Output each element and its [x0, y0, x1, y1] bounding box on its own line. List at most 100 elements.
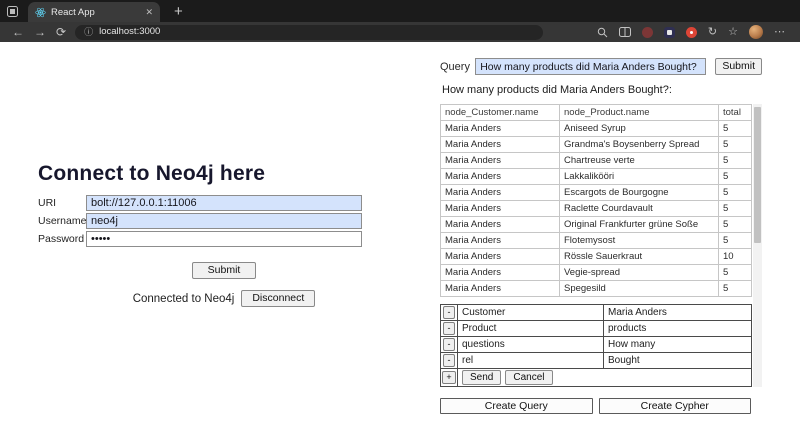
sync-icon[interactable]: ↻	[708, 27, 717, 38]
results-header-row: node_Customer.namenode_Product.nametotal	[441, 105, 752, 121]
create-query-button[interactable]: Create Query	[440, 398, 593, 414]
extension-icon-3[interactable]	[686, 27, 697, 38]
results-cell: 5	[719, 233, 752, 249]
username-input[interactable]	[86, 213, 362, 229]
remove-param-button[interactable]: -	[443, 338, 455, 351]
result-title: How many products did Maria Anders Bough…	[442, 84, 762, 96]
results-cell: Grandma's Boysenberry Spread	[560, 137, 719, 153]
extension-icon-1[interactable]	[642, 27, 653, 38]
send-button[interactable]: Send	[462, 370, 501, 385]
profile-avatar[interactable]	[749, 25, 763, 39]
param-value-cell: Maria Anders	[604, 305, 752, 321]
more-menu-icon[interactable]: ⋯	[774, 27, 785, 38]
connect-panel: Connect to Neo4j here URI Username Passw…	[38, 162, 362, 307]
browser-logo-icon[interactable]	[0, 0, 24, 22]
results-column-header: total	[719, 105, 752, 121]
favorites-star-icon[interactable]: ☆	[728, 27, 738, 38]
results-cell: 5	[719, 153, 752, 169]
results-cell: Maria Anders	[441, 233, 560, 249]
results-row: Maria AndersLakkalikööri5	[441, 169, 752, 185]
forward-button[interactable]: →	[29, 26, 51, 38]
results-cell: Maria Anders	[441, 201, 560, 217]
results-cell: Spegesild	[560, 281, 719, 297]
extension-icon-2[interactable]	[664, 27, 675, 38]
results-cell: 10	[719, 249, 752, 265]
param-value-cell: How many	[604, 337, 752, 353]
query-input[interactable]	[475, 58, 706, 75]
password-label: Password	[38, 233, 86, 245]
results-cell: Vegie-spread	[560, 265, 719, 281]
uri-input[interactable]	[86, 195, 362, 211]
split-screen-icon[interactable]	[619, 27, 631, 37]
results-cell: Maria Anders	[441, 185, 560, 201]
param-remove-cell: -	[441, 321, 458, 337]
param-value-cell: products	[604, 321, 752, 337]
results-row: Maria AndersRössle Sauerkraut10	[441, 249, 752, 265]
connection-status-row: Connected to Neo4j Disconnect	[38, 290, 362, 307]
results-cell: Maria Anders	[441, 169, 560, 185]
results-cell: 5	[719, 217, 752, 233]
param-key-cell: Product	[458, 321, 604, 337]
username-label: Username	[38, 215, 86, 227]
results-row: Maria AndersAniseed Syrup5	[441, 121, 752, 137]
results-cell: Escargots de Bourgogne	[560, 185, 719, 201]
new-tab-button[interactable]: +	[170, 2, 187, 22]
results-cell: Flotemysost	[560, 233, 719, 249]
results-cell: Maria Anders	[441, 137, 560, 153]
param-remove-cell: -	[441, 305, 458, 321]
results-cell: Maria Anders	[441, 153, 560, 169]
query-params-table: -CustomerMaria Anders-Productproducts-qu…	[440, 304, 752, 387]
param-add-cell: +	[441, 369, 458, 387]
create-cypher-button[interactable]: Create Cypher	[599, 398, 752, 414]
results-cell: Maria Anders	[441, 217, 560, 233]
param-key-cell: questions	[458, 337, 604, 353]
results-row: Maria AndersChartreuse verte5	[441, 153, 752, 169]
results-row: Maria AndersRaclette Courdavault5	[441, 201, 752, 217]
param-key-cell: Customer	[458, 305, 604, 321]
results-table: node_Customer.namenode_Product.nametotal…	[440, 104, 752, 297]
connection-status-text: Connected to Neo4j	[133, 293, 235, 305]
site-info-icon[interactable]: ⓘ	[84, 28, 93, 37]
search-icon[interactable]	[597, 27, 608, 38]
remove-param-button[interactable]: -	[443, 354, 455, 367]
password-input[interactable]	[86, 231, 362, 247]
results-cell: Aniseed Syrup	[560, 121, 719, 137]
browser-navbar: ← → ⟳ ⓘ localhost:3000 ↻ ☆ ⋯	[0, 22, 800, 42]
browser-titlebar: React App ✕ +	[0, 0, 800, 22]
password-row: Password	[38, 231, 362, 247]
results-cell: Maria Anders	[441, 265, 560, 281]
remove-param-button[interactable]: -	[443, 306, 455, 319]
results-row: Maria AndersVegie-spread5	[441, 265, 752, 281]
param-remove-cell: -	[441, 353, 458, 369]
results-cell: Maria Anders	[441, 249, 560, 265]
disconnect-button[interactable]: Disconnect	[241, 290, 315, 307]
results-cell: 5	[719, 137, 752, 153]
param-key-cell: rel	[458, 353, 604, 369]
add-param-button[interactable]: +	[442, 371, 455, 384]
results-cell: 5	[719, 201, 752, 217]
tab-title: React App	[51, 7, 140, 18]
username-row: Username	[38, 213, 362, 229]
results-scrollbar[interactable]	[753, 104, 762, 387]
remove-param-button[interactable]: -	[443, 322, 455, 335]
address-bar[interactable]: ⓘ localhost:3000	[75, 25, 543, 40]
param-row: -CustomerMaria Anders	[441, 305, 752, 321]
uri-row: URI	[38, 195, 362, 211]
browser-tab-react-app[interactable]: React App ✕	[28, 2, 160, 22]
param-row: -relBought	[441, 353, 752, 369]
reload-button[interactable]: ⟳	[51, 26, 71, 38]
connect-submit-button[interactable]: Submit	[192, 262, 256, 279]
scrollbar-thumb[interactable]	[754, 107, 761, 243]
results-cell: Rössle Sauerkraut	[560, 249, 719, 265]
back-button[interactable]: ←	[7, 26, 29, 38]
address-url: localhost:3000	[99, 27, 160, 37]
cancel-button[interactable]: Cancel	[505, 370, 552, 385]
results-row: Maria AndersFlotemysost5	[441, 233, 752, 249]
results-cell: Original Frankfurter grüne Soße	[560, 217, 719, 233]
tab-close-icon[interactable]: ✕	[145, 7, 153, 18]
results-row: Maria AndersSpegesild5	[441, 281, 752, 297]
query-submit-button[interactable]: Submit	[715, 58, 762, 75]
query-panel: Query Submit How many products did Maria…	[440, 58, 762, 414]
query-label: Query	[440, 61, 475, 73]
create-actions-row: Create Query Create Cypher	[440, 398, 751, 414]
